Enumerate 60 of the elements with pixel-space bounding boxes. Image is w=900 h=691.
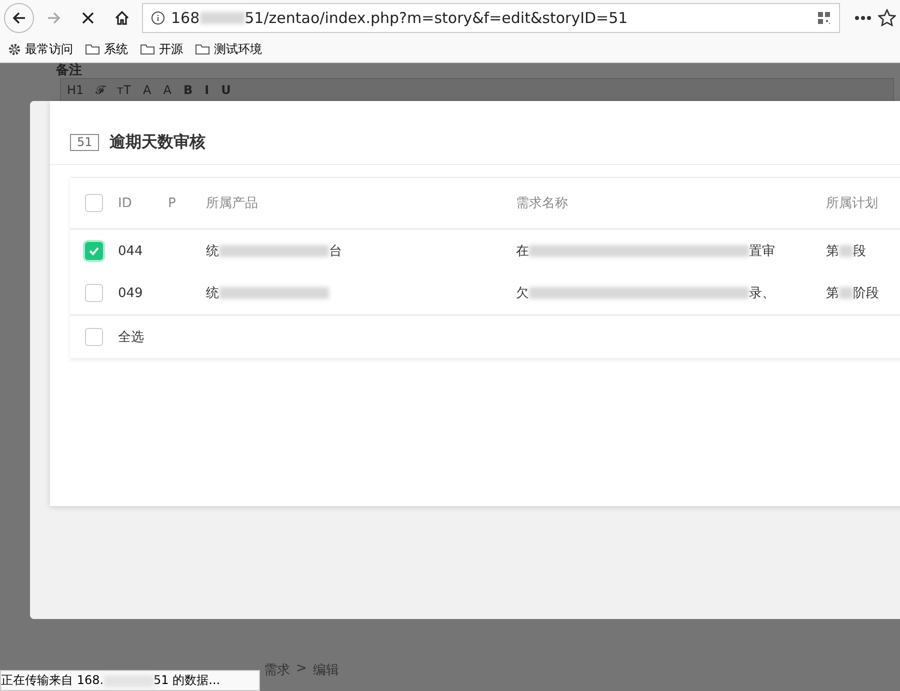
star-icon[interactable] xyxy=(878,9,896,27)
more-icon[interactable] xyxy=(854,15,872,21)
info-icon xyxy=(151,11,165,25)
breadcrumb-item: > xyxy=(296,661,307,678)
select-all-label[interactable]: 全选 xyxy=(118,328,900,346)
table-cell-text: 阶段 xyxy=(853,285,879,302)
table-cell-text: 统 xyxy=(206,285,219,302)
column-header: P xyxy=(168,196,177,210)
column-header: 需求名称 xyxy=(516,195,569,212)
table-cell-text: 第 xyxy=(826,243,839,260)
column-header: ID xyxy=(118,196,133,210)
modal-title: 逾期天数审核 xyxy=(109,132,206,152)
table-cell-text: 录、 xyxy=(749,285,775,302)
close-icon xyxy=(81,11,95,25)
column-header: 所属计划 xyxy=(826,195,879,212)
table-cell-text: 049 xyxy=(118,286,144,300)
toolbar-button[interactable]: A xyxy=(143,83,152,97)
breadcrumb-item: 编辑 xyxy=(312,662,339,679)
bookmark-link[interactable]: 系统 xyxy=(104,40,128,58)
bookmark-link[interactable]: 开源 xyxy=(159,40,183,58)
check-icon xyxy=(88,245,100,257)
table-cell-text: 欠 xyxy=(516,285,529,302)
status-bar: 正在传输来自 168. 51 的数据... xyxy=(0,670,260,691)
toolbar-button[interactable]: A xyxy=(163,83,172,97)
back-arrow-icon xyxy=(11,10,27,26)
toolbar-button[interactable]: B xyxy=(183,83,193,97)
qr-code-icon[interactable] xyxy=(817,11,831,25)
field-label: 备注 xyxy=(56,62,82,79)
table-cell-text: 在 xyxy=(516,243,529,260)
home-icon xyxy=(114,10,130,26)
bookmark-link[interactable]: 测试环境 xyxy=(214,40,262,58)
toolbar-button[interactable]: тT xyxy=(116,83,131,97)
table-cell-text: 段 xyxy=(853,243,866,260)
column-header: 所属产品 xyxy=(206,195,259,212)
checkbox[interactable] xyxy=(85,284,103,302)
folder-icon xyxy=(195,43,210,55)
story-id-tag: 51 xyxy=(70,134,100,150)
toolbar-button[interactable]: U xyxy=(221,83,231,97)
table-cell-text: 置审 xyxy=(749,243,775,260)
forward-arrow-icon xyxy=(46,10,62,26)
table-cell-text: 第 xyxy=(826,285,839,302)
checkbox[interactable] xyxy=(85,328,103,346)
folder-icon xyxy=(140,43,155,55)
table-cell-text: 台 xyxy=(329,243,342,260)
bookmark-link[interactable]: 最常访问 xyxy=(25,40,73,58)
checkbox[interactable] xyxy=(85,194,103,212)
toolbar-button[interactable]: I xyxy=(204,83,210,97)
checkbox[interactable] xyxy=(85,242,103,260)
toolbar-button[interactable]: 𝓕 xyxy=(96,83,105,97)
toolbar-button[interactable]: H1 xyxy=(67,83,84,97)
address-bar[interactable]: 168 51/zentao/index.php?m=story&f=edit&storyID=51 xyxy=(142,3,840,33)
redaction-blur xyxy=(200,12,245,24)
back-button[interactable] xyxy=(4,3,34,33)
gear-icon xyxy=(8,42,21,56)
redaction-blur xyxy=(839,245,853,257)
table-cell-text: 统 xyxy=(206,243,219,260)
folder-icon xyxy=(85,43,100,55)
redaction-blur xyxy=(839,287,853,299)
breadcrumb-item: 需求 xyxy=(264,662,290,679)
table-cell-text: 044 xyxy=(118,244,144,258)
